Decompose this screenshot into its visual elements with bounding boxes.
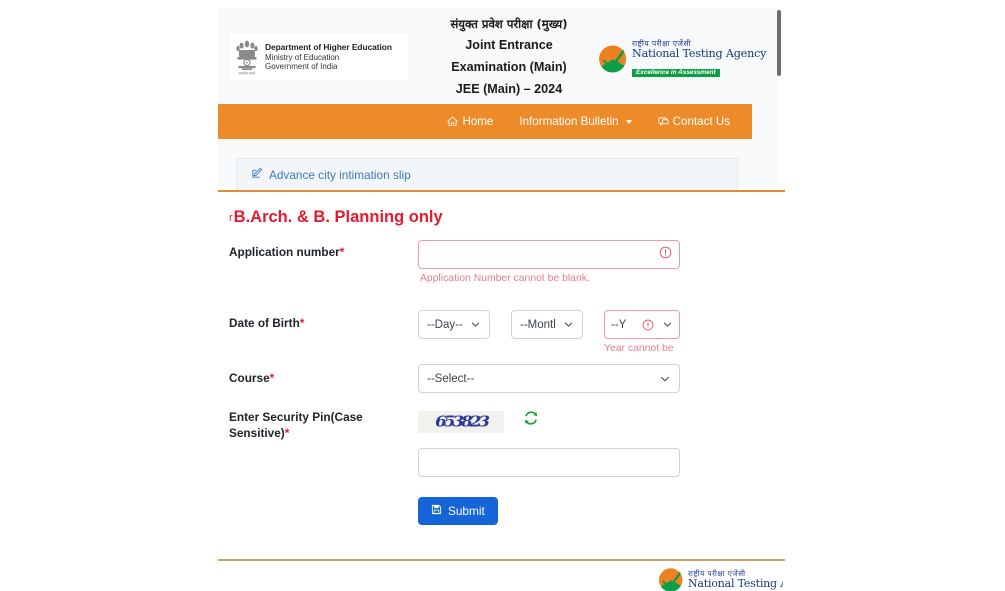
screenshot-viewport: सत्यमेव जयते Department of Higher Educat… <box>0 0 1005 591</box>
home-icon <box>447 116 459 127</box>
svg-text:सत्यमेव जयते: सत्यमेव जयते <box>239 71 256 76</box>
label-date-of-birth-text: Date of Birth <box>229 316 300 330</box>
submit-button-label: Submit <box>448 504 485 518</box>
gov-department-line: Department of Higher Education <box>265 41 392 52</box>
tab-label: Advance city intimation slip <box>269 168 411 182</box>
chevron-down-icon <box>659 373 671 385</box>
save-icon <box>431 504 442 518</box>
nta-tagline: Excellence in Assessment <box>632 68 720 78</box>
nav-label-contact-us: Contact Us <box>672 115 730 128</box>
required-marker: * <box>269 371 275 385</box>
chevron-down-icon <box>470 319 481 330</box>
nav-label-home: Home <box>462 115 494 128</box>
page-title-lead: r <box>229 212 233 224</box>
row-security-pin: Enter Security Pin(Case Sensitive)* 6538… <box>218 410 785 494</box>
label-application-number-text: Application number <box>229 245 340 259</box>
dob-day-value: --Day-- <box>427 318 463 331</box>
nav-item-home[interactable]: Home <box>447 115 493 128</box>
required-marker: * <box>339 245 345 259</box>
page-title: rB.Arch. & B. Planning only <box>229 208 443 227</box>
course-value: --Select-- <box>427 372 475 385</box>
gov-country-line: Government of India <box>265 61 338 71</box>
required-marker: * <box>299 316 305 330</box>
captcha-text: 653823 <box>435 413 490 431</box>
error-dob-year: Year cannot be <box>604 343 674 354</box>
nav-item-information-bulletin[interactable]: Information Bulletin <box>519 115 632 128</box>
dob-month-value: --Montl <box>520 318 556 331</box>
nta-english-name: National Testing Agency <box>632 47 767 61</box>
exam-title-line1: Joint Entrance <box>465 37 553 52</box>
field-dob-year: --Y Year cannot be <box>604 310 680 354</box>
security-pin-input[interactable] <box>418 448 680 477</box>
dob-day-select[interactable]: --Day-- <box>418 310 490 339</box>
row-application-number: Application number* Application Number c… <box>218 240 785 294</box>
field-course: --Select-- <box>418 364 680 393</box>
nav-label-information-bulletin: Information Bulletin <box>519 115 619 128</box>
exam-title-line2: Examination (Main) <box>451 60 567 74</box>
tab-advance-city-intimation-slip[interactable]: Advance city intimation slip <box>236 158 738 191</box>
chevron-down-icon <box>625 119 632 124</box>
dob-month-select[interactable]: --Montl <box>511 310 583 339</box>
label-security-pin-line2: Sensitive) <box>229 425 285 440</box>
field-dob-month: --Montl <box>511 310 583 339</box>
label-course-text: Course <box>229 371 270 385</box>
nta-checkmark-icon <box>658 567 684 591</box>
national-emblem-icon: सत्यमेव जयते <box>236 40 258 76</box>
exam-title-line3: JEE (Main) – 2024 <box>455 82 563 97</box>
label-application-number: Application number* <box>229 245 404 261</box>
browser-page: सत्यमेव जयते Department of Higher Educat… <box>218 8 785 591</box>
chevron-down-icon <box>563 319 574 330</box>
site-masthead: सत्यमेव जयते Department of Higher Educat… <box>218 8 766 100</box>
label-course: Course* <box>229 371 404 387</box>
submit-button[interactable]: Submit <box>418 497 498 525</box>
nta-checkmark-icon <box>599 45 627 73</box>
main-navigation-bar: Home Information Bulletin Contact Us <box>218 104 752 139</box>
exam-title-block: संयुक्त प्रवेश परीक्षा (मुख्य) Joint Ent… <box>414 16 604 100</box>
warning-icon <box>642 319 654 331</box>
field-security-pin <box>418 448 680 477</box>
exam-title-hindi: संयुक्त प्रवेश परीक्षा (मुख्य) <box>450 17 568 31</box>
captcha-image: 653823 <box>418 411 504 433</box>
refresh-captcha-button[interactable] <box>523 410 539 431</box>
page-scrollbar-thumb[interactable] <box>777 10 781 76</box>
field-dob-day: --Day-- <box>418 310 490 339</box>
row-date-of-birth: Date of Birth* --Day-- --Montl --Y Year … <box>218 310 785 366</box>
government-of-india-block: सत्यमेव जयते Department of Higher Educat… <box>230 34 408 80</box>
refresh-icon <box>523 410 539 431</box>
field-application-number: Application Number cannot be blank. <box>418 240 680 284</box>
dob-year-value: --Y <box>611 318 627 331</box>
label-security-pin-line1: Enter Security Pin(Case <box>229 410 363 424</box>
label-date-of-birth: Date of Birth* <box>229 316 404 332</box>
error-application-number: Application Number cannot be blank. <box>420 273 590 284</box>
edit-square-icon <box>251 166 263 184</box>
footer-nta-logo: राष्ट्रीय परीक्षा एजेंसी National Testin… <box>658 566 783 591</box>
row-course: Course* --Select-- <box>218 364 785 404</box>
label-security-pin: Enter Security Pin(Case Sensitive)* <box>229 410 404 442</box>
footer-nta-english: National Testing Agency <box>688 577 783 591</box>
nta-logo: राष्ट्रीय परीक्षा एजेंसी National Testin… <box>598 40 766 78</box>
page-title-text: B.Arch. & B. Planning only <box>233 208 443 226</box>
footer-divider <box>218 559 785 561</box>
nav-item-contact-us[interactable]: Contact Us <box>658 115 730 128</box>
contact-icon <box>658 116 669 127</box>
form-body: rB.Arch. & B. Planning only Application … <box>218 192 785 557</box>
required-marker: * <box>284 425 290 440</box>
chevron-down-icon <box>662 319 673 330</box>
course-select[interactable]: --Select-- <box>418 364 680 393</box>
gov-ministry-line: Ministry of Education <box>265 52 340 62</box>
dob-year-select[interactable]: --Y <box>604 310 680 339</box>
application-number-input[interactable] <box>418 240 680 269</box>
